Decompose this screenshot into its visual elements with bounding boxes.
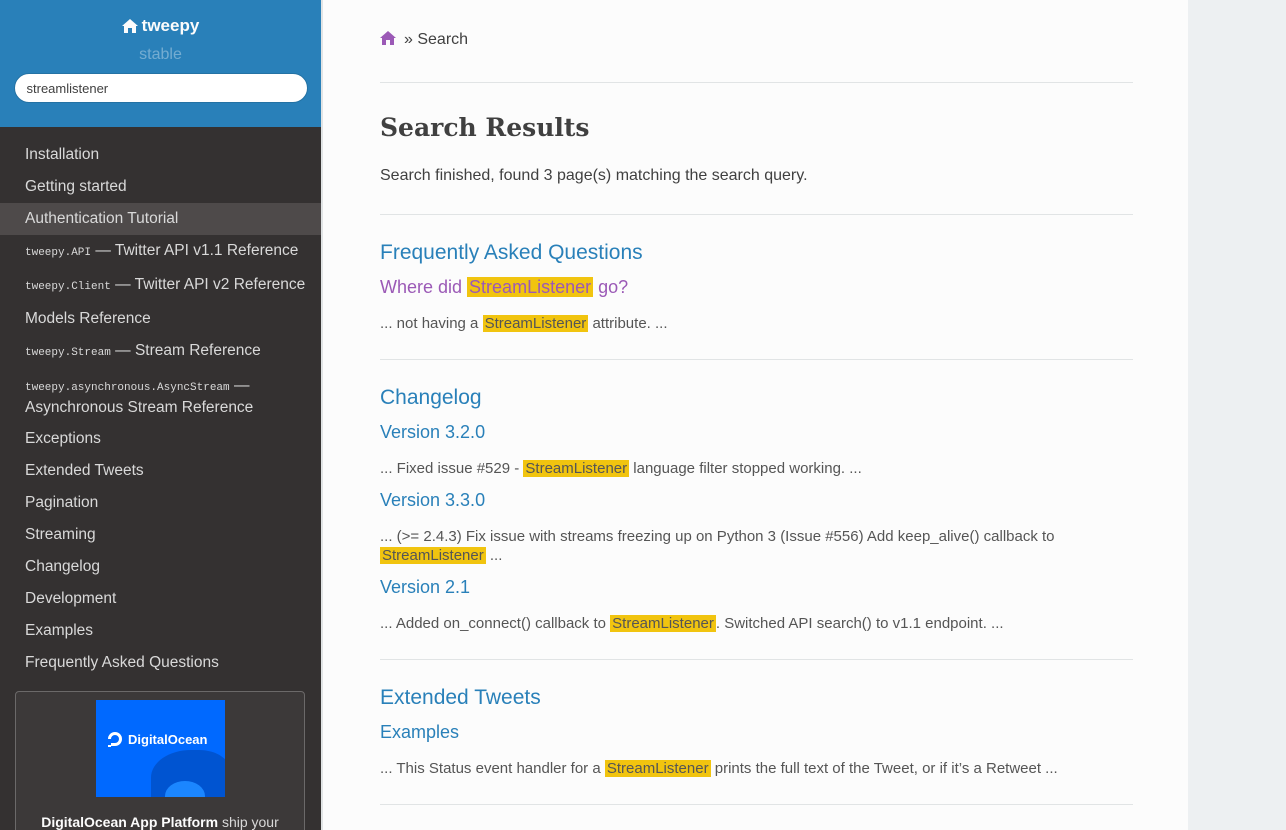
result-snippet: ... Added on_connect() callback to Strea…: [380, 614, 1133, 633]
result-section-link[interactable]: Version 3.2.0: [380, 422, 1133, 443]
breadcrumb-separator: »: [404, 31, 413, 48]
project-home-link[interactable]: tweepy: [121, 16, 200, 36]
result-page-link[interactable]: Extended Tweets: [380, 686, 1133, 710]
ad-logo-text: DigitalOcean: [128, 731, 208, 747]
snippet-text: ... Fixed issue #529 -: [380, 460, 524, 477]
sidebar-item[interactable]: Authentication Tutorial: [0, 203, 321, 235]
search-results: Frequently Asked Questions Where did Stre…: [380, 215, 1133, 805]
sidebar-item-label: Installation: [25, 146, 100, 163]
result-section-link[interactable]: Examples: [380, 722, 1133, 743]
sidebar-item[interactable]: Streaming: [0, 519, 321, 551]
sponsor-ad[interactable]: DigitalOcean DigitalOcean App Platform s…: [15, 691, 305, 830]
sidebar-item-label: Exceptions: [25, 430, 101, 447]
search-highlight: StreamListener: [482, 315, 589, 332]
search-highlight: StreamListener: [467, 277, 594, 297]
result-snippet: ... not having a StreamListener attribut…: [380, 314, 1133, 333]
sidebar-item-label: Changelog: [25, 558, 100, 575]
result-section-link[interactable]: Where did StreamListener go?: [380, 277, 1133, 298]
sidebar-item-label: — Stream Reference: [110, 342, 261, 359]
result-group: Changelog Version 3.2.0 ... Fixed issue #5…: [380, 360, 1133, 660]
search-highlight: StreamListener: [610, 615, 716, 632]
result-group: Extended Tweets Examples ... This Status e…: [380, 660, 1133, 805]
sidebar-item[interactable]: Models Reference: [0, 303, 321, 335]
result-snippet: ... Fixed issue #529 - StreamListener la…: [380, 459, 1133, 478]
sidebar-item-code: tweepy.Stream: [25, 347, 111, 359]
sidebar-item[interactable]: Extended Tweets: [0, 455, 321, 487]
sidebar-item-label: Pagination: [25, 494, 99, 511]
version-label: stable: [139, 46, 182, 63]
search-highlight: StreamListener: [523, 460, 630, 477]
sidebar-item[interactable]: tweepy.Client — Twitter API v2 Reference: [0, 269, 321, 303]
breadcrumb-home-link[interactable]: [380, 30, 396, 50]
result-page-link[interactable]: Changelog: [380, 386, 1133, 410]
sidebar-item-label: Frequently Asked Questions: [25, 654, 219, 671]
sidebar-item[interactable]: Frequently Asked Questions: [0, 647, 321, 679]
home-icon: [121, 19, 138, 33]
snippet-text: ...: [485, 547, 503, 564]
snippet-text: ... not having a: [380, 315, 483, 332]
snippet-text: language filter stopped working. ...: [629, 460, 862, 477]
result-group: Frequently Asked Questions Where did Stre…: [380, 215, 1133, 360]
sidebar-item-label: Authentication Tutorial: [25, 210, 179, 227]
sidebar-item[interactable]: Pagination: [0, 487, 321, 519]
sidebar-item[interactable]: tweepy.API — Twitter API v1.1 Reference: [0, 235, 321, 269]
sidebar-item-label: Streaming: [25, 526, 96, 543]
snippet-text: attribute. ...: [588, 315, 668, 332]
sidebar-item[interactable]: Getting started: [0, 171, 321, 203]
sidebar-item[interactable]: Examples: [0, 615, 321, 647]
search-summary: Search finished, found 3 page(s) matchin…: [380, 167, 1133, 215]
sidebar-item-label: Getting started: [25, 178, 127, 195]
snippet-text: ... (>= 2.4.3) Fix issue with streams fr…: [380, 528, 1055, 545]
result-section-link[interactable]: Version 2.1: [380, 577, 1133, 598]
sidebar-item-label: Examples: [25, 622, 94, 639]
home-icon: [380, 30, 396, 50]
snippet-text: ... Added on_connect() callback to: [380, 615, 611, 632]
content-area: » Search Search Results Search finished,…: [321, 0, 1188, 830]
result-snippet: ... (>= 2.4.3) Fix issue with streams fr…: [380, 527, 1133, 565]
snippet-text: . Switched API search() to v1.1 endpoint…: [715, 615, 1004, 632]
sidebar-item-label: — Twitter API v2 Reference: [110, 276, 306, 293]
sidebar-item-label: Asynchronous Stream Reference: [25, 399, 254, 416]
search-highlight: StreamListener: [380, 547, 486, 564]
snippet-text: prints the full text of the Tweet, or if…: [710, 760, 1058, 777]
sidebar-item-label: Models Reference: [25, 310, 151, 327]
ad-text[interactable]: DigitalOcean App Platform ship your: [16, 814, 304, 830]
sidebar-item-code: tweepy.asynchronous.AsyncStream: [25, 382, 230, 394]
digitalocean-logo: DigitalOcean: [106, 730, 207, 748]
ad-image[interactable]: DigitalOcean: [96, 700, 225, 797]
sidebar-item[interactable]: Exceptions: [0, 423, 321, 455]
sidebar-item[interactable]: tweepy.asynchronous.AsyncStream — Asynchr…: [0, 369, 321, 423]
sidebar-header: tweepy stable: [0, 0, 321, 127]
sidebar-item[interactable]: tweepy.Stream — Stream Reference: [0, 335, 321, 369]
project-name: tweepy: [141, 16, 200, 35]
result-page-link[interactable]: Frequently Asked Questions: [380, 241, 1133, 265]
result-section-link[interactable]: Version 3.3.0: [380, 490, 1133, 511]
sidebar-item[interactable]: Development: [0, 583, 321, 615]
sidebar-item[interactable]: Changelog: [0, 551, 321, 583]
search-highlight: StreamListener: [604, 760, 711, 777]
sidebar-item[interactable]: Installation: [0, 139, 321, 171]
breadcrumb: » Search: [380, 0, 1133, 83]
result-section-text: Where did: [380, 277, 468, 297]
right-gutter: [1188, 0, 1286, 830]
main-content: » Search Search Results Search finished,…: [380, 0, 1133, 805]
snippet-text: ... This Status event handler for a: [380, 760, 605, 777]
sidebar-item-label: — Twitter API v1.1 Reference: [91, 242, 299, 259]
breadcrumb-current: Search: [417, 31, 469, 48]
result-snippet: ... This Status event handler for a Stre…: [380, 759, 1133, 778]
sidebar-item-code: tweepy.Client: [25, 281, 111, 293]
sidebar-item-label: Development: [25, 590, 117, 607]
sidebar-item-label: —: [229, 377, 250, 394]
digitalocean-icon: [108, 732, 122, 747]
sidebar-item-code: tweepy.API: [25, 247, 92, 259]
page-title: Search Results: [380, 113, 590, 142]
sidebar-item-label: Extended Tweets: [25, 462, 144, 479]
search-input[interactable]: [13, 73, 308, 103]
result-section-text: go?: [593, 277, 629, 297]
sidebar-nav: Installation Getting started Authenticatio…: [0, 127, 321, 679]
sidebar: tweepy stable Installation Getting starte…: [0, 0, 321, 830]
